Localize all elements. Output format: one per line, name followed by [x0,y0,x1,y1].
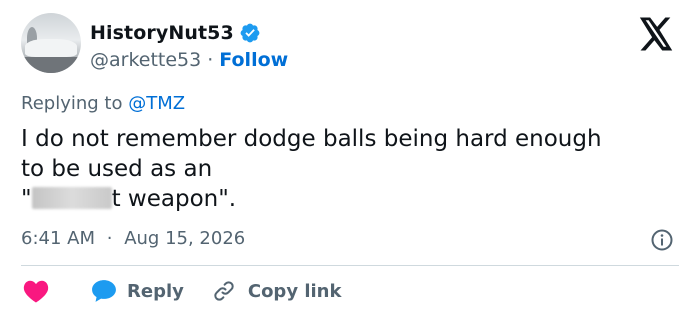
reply-label: Reply [127,280,184,302]
avatar-snow [25,39,77,57]
handle-row: @arkette53 · Follow [90,47,288,73]
reply-button[interactable]: Reply [91,279,184,303]
link-icon [214,281,234,301]
tweet-text: I do not remember dodge balls being hard… [21,124,681,214]
handle-separator: · [207,49,214,71]
tweet-timestamp[interactable]: 6:41 AM · Aug 15, 2026 [21,228,245,249]
copy-link-button[interactable]: Copy link [212,279,342,303]
replying-prefix: Replying to [21,93,123,114]
tweet-line-3-open: " [21,186,32,212]
avatar-ground [21,57,81,73]
info-icon[interactable] [650,228,674,252]
timestamp-separator: · [106,228,113,249]
tweet-line-3-rest: t weapon". [111,186,237,212]
heart-icon[interactable] [23,279,49,303]
censored-word [31,187,112,209]
tweet-line-1: I do not remember dodge balls being hard… [21,126,602,152]
verified-badge-icon [240,23,260,43]
divider [21,265,679,266]
replying-to: Replying to @TMZ [21,93,185,114]
copy-link-label: Copy link [247,280,342,302]
display-name[interactable]: HistoryNut53 [90,22,234,44]
avatar[interactable] [21,13,81,73]
tweet-date: Aug 15, 2026 [124,228,246,249]
action-bar: Reply Copy link [21,276,341,306]
tweet-time: 6:41 AM [21,228,95,249]
follow-button[interactable]: Follow [219,49,288,71]
replying-mention-link[interactable]: @TMZ [128,93,185,114]
author-name-row: HistoryNut53 [90,20,261,46]
tweet-line-3: " t weapon". [21,184,681,214]
tweet-line-2: to be used as an [21,156,213,182]
user-handle[interactable]: @arkette53 [90,49,201,71]
reply-bubble-icon [92,280,116,302]
x-logo-icon[interactable] [638,17,674,51]
